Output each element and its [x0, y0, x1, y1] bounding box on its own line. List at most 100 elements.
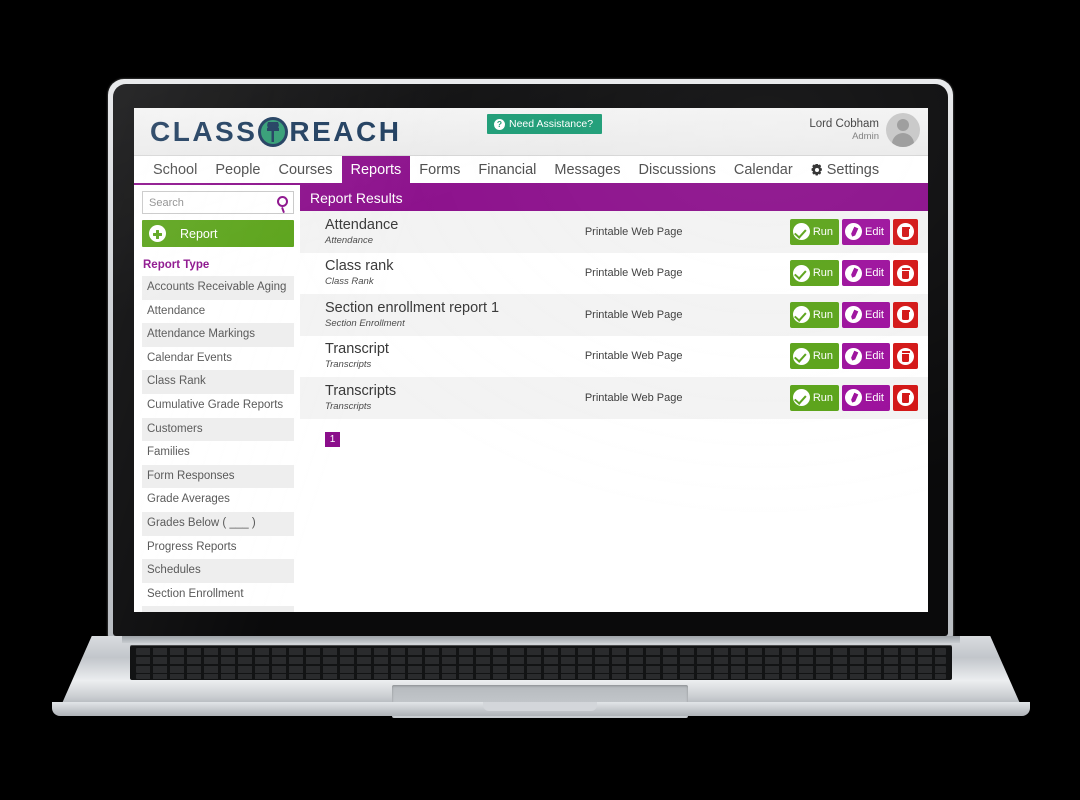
report-results-title: Report Results [300, 185, 928, 211]
add-report-button[interactable]: Report [142, 220, 294, 247]
type-label: Class Rank [147, 375, 206, 388]
nav-label: Forms [419, 161, 461, 178]
edit-button[interactable]: Edit [842, 343, 890, 370]
sidebar: Report Report Type Accounts Receivable A… [134, 185, 300, 612]
globe-person-icon [258, 117, 289, 147]
sidebar-item-partial[interactable] [142, 606, 294, 612]
screenshot-stage: CLASS REACH ? Need Assistance? Lord Cobh… [0, 0, 1080, 800]
nav-item-settings[interactable]: Settings [802, 156, 888, 183]
nav-item-school[interactable]: School [144, 156, 206, 183]
sidebar-item-calendar-events[interactable]: Calendar Events [142, 346, 294, 371]
page-button-1[interactable]: 1 [325, 431, 340, 447]
user-meta: Lord Cobham Admin [809, 117, 879, 143]
report-title: Transcript [325, 341, 389, 358]
sidebar-item-schedules[interactable]: Schedules [142, 559, 294, 583]
nav-label: Reports [350, 161, 402, 178]
sidebar-item-attendance[interactable]: Attendance [142, 299, 294, 324]
edit-button[interactable]: Edit [842, 384, 890, 411]
delete-button[interactable] [893, 343, 918, 370]
sidebar-item-accounts-receivable-aging[interactable]: Accounts Receivable Aging [142, 276, 294, 300]
edit-button[interactable]: Edit [842, 218, 890, 245]
nav-item-financial[interactable]: Financial [469, 156, 545, 183]
logo-text-reach: REACH [289, 116, 402, 147]
report-subtitle: Section Enrollment [325, 317, 405, 329]
nav-item-courses[interactable]: Courses [270, 156, 342, 183]
type-label: Families [147, 446, 190, 459]
delete-button[interactable] [893, 384, 918, 411]
type-label: Customers [147, 422, 203, 435]
user-avatar-icon[interactable] [886, 113, 920, 147]
report-title: Section enrollment report 1 [325, 299, 500, 316]
main-navigation: School People Courses Reports Forms Fina… [134, 156, 928, 185]
nav-item-discussions[interactable]: Discussions [630, 156, 725, 183]
delete-button[interactable] [893, 301, 918, 328]
user-account-box[interactable]: Lord Cobham Admin [809, 113, 920, 147]
nav-label: Courses [278, 161, 333, 178]
user-name: Lord Cobham [809, 117, 879, 130]
sidebar-item-grade-averages[interactable]: Grade Averages [142, 488, 294, 512]
run-button[interactable]: Run [789, 384, 840, 411]
search-input[interactable] [143, 192, 293, 213]
table-row[interactable]: Attendance Attendance Printable Web Page… [300, 211, 928, 253]
sidebar-item-class-rank[interactable]: Class Rank [142, 370, 294, 394]
sidebar-item-families[interactable]: Families [142, 441, 294, 465]
search-box[interactable] [142, 191, 294, 214]
type-label: Cumulative Grade Reports [147, 398, 284, 411]
browser-viewport: CLASS REACH ? Need Assistance? Lord Cobh… [134, 108, 928, 612]
table-row[interactable]: Class rank Class Rank Printable Web Page… [300, 252, 928, 294]
run-button[interactable]: Run [789, 343, 840, 370]
nav-item-calendar[interactable]: Calendar [725, 156, 802, 183]
sidebar-item-progress-reports[interactable]: Progress Reports [142, 535, 294, 560]
user-role: Admin [852, 131, 879, 143]
type-label: Schedules [147, 564, 201, 577]
run-label: Run [812, 225, 834, 238]
sidebar-item-customers[interactable]: Customers [142, 417, 294, 442]
sidebar-item-section-enrollment[interactable]: Section Enrollment [142, 582, 294, 607]
nav-item-messages[interactable]: Messages [545, 156, 629, 183]
type-label: Accounts Receivable Aging [147, 281, 287, 293]
app-header: CLASS REACH ? Need Assistance? Lord Cobh… [134, 108, 928, 156]
nav-item-reports[interactable]: Reports [341, 156, 411, 183]
table-row[interactable]: Section enrollment report 1 Section Enro… [300, 294, 928, 336]
nav-label: School [153, 161, 198, 178]
nav-label: People [215, 161, 261, 178]
nav-label: Discussions [638, 161, 716, 178]
need-assistance-button[interactable]: ? Need Assistance? [487, 114, 603, 134]
pencil-circle-icon [845, 264, 863, 282]
type-label: Calendar Events [147, 351, 233, 364]
report-format: Printable Web Page [584, 391, 683, 404]
search-icon[interactable] [277, 196, 288, 207]
trash-circle-icon [897, 389, 914, 407]
nav-item-forms[interactable]: Forms [410, 156, 469, 183]
nav-label: Financial [478, 161, 537, 178]
edit-label: Edit [865, 391, 884, 404]
add-report-label: Report [180, 226, 218, 241]
type-label: Attendance [147, 304, 206, 317]
trash-circle-icon [897, 223, 914, 241]
gear-icon [811, 164, 823, 176]
sidebar-item-form-responses[interactable]: Form Responses [142, 464, 294, 489]
table-row[interactable]: Transcript Transcripts Printable Web Pag… [300, 335, 928, 377]
report-format: Printable Web Page [584, 350, 683, 363]
check-circle-icon [792, 223, 810, 241]
type-label: Progress Reports [147, 540, 237, 553]
delete-button[interactable] [893, 260, 918, 287]
type-label: Section Enrollment [147, 587, 244, 600]
sidebar-item-cumulative-grade-reports[interactable]: Cumulative Grade Reports [142, 393, 294, 418]
row-actions: Run Edit [789, 218, 918, 245]
row-names: Transcripts Transcripts [325, 383, 585, 411]
nav-item-people[interactable]: People [206, 156, 269, 183]
run-button[interactable]: Run [789, 218, 840, 245]
run-button[interactable]: Run [789, 260, 840, 287]
table-row[interactable]: Transcripts Transcripts Printable Web Pa… [300, 377, 928, 419]
type-label: Grade Averages [147, 493, 230, 506]
run-button[interactable]: Run [789, 301, 840, 328]
sidebar-item-grades-below[interactable]: Grades Below ( ___ ) [142, 511, 294, 536]
classreach-logo[interactable]: CLASS REACH [150, 116, 401, 148]
trash-circle-icon [897, 264, 914, 282]
delete-button[interactable] [893, 218, 918, 245]
edit-button[interactable]: Edit [842, 260, 890, 287]
sidebar-item-attendance-markings[interactable]: Attendance Markings [142, 323, 294, 347]
run-label: Run [812, 350, 834, 363]
edit-button[interactable]: Edit [842, 301, 890, 328]
